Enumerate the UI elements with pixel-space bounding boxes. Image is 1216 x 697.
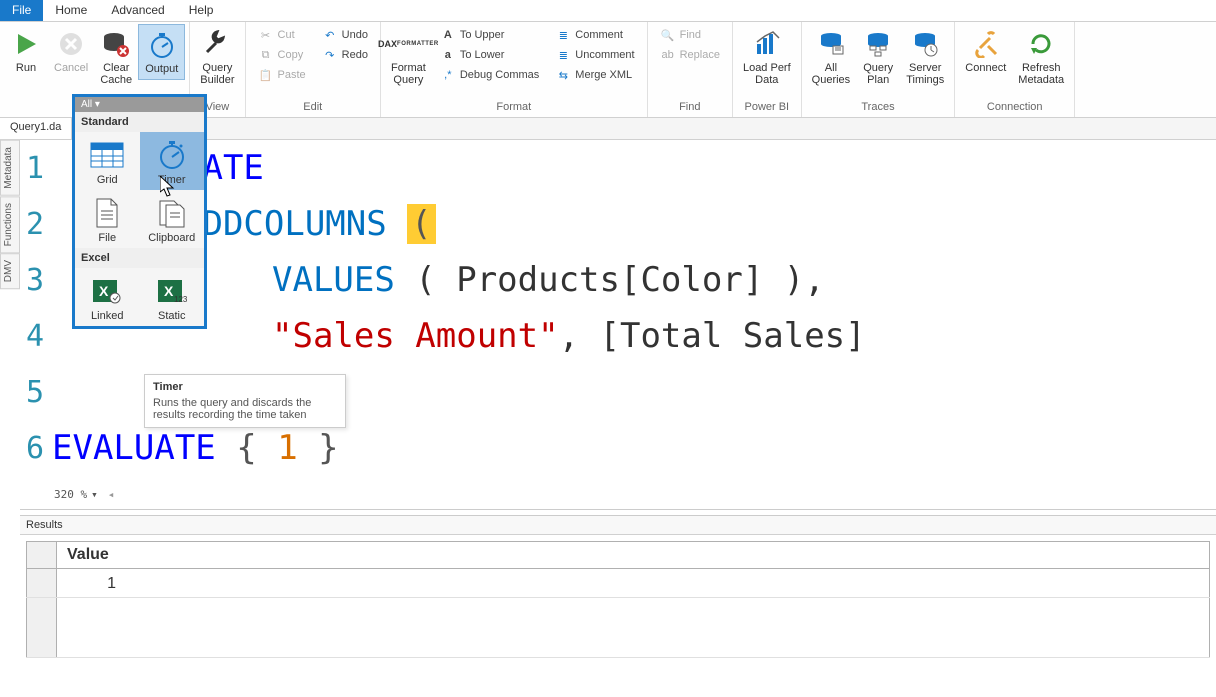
all-queries-icon [815, 28, 847, 60]
refresh-metadata-button[interactable]: Refresh Metadata [1012, 24, 1070, 90]
wrench-icon [201, 28, 233, 60]
menu-file[interactable]: File [0, 0, 43, 21]
menu-help[interactable]: Help [177, 0, 226, 21]
to-lower-button[interactable]: aTo Lower [438, 46, 541, 64]
uppercase-icon: A [440, 27, 456, 43]
uncomment-button[interactable]: ≣Uncomment [553, 46, 636, 64]
undo-icon: ↶ [322, 27, 338, 43]
output-linked[interactable]: X Linked [75, 268, 140, 326]
connect-button[interactable]: Connect [959, 24, 1012, 78]
load-perf-data-button[interactable]: Load Perf Data [737, 24, 797, 90]
replace-icon: ab [660, 47, 676, 63]
timer-icon [146, 29, 178, 61]
functions-tab[interactable]: Functions [0, 196, 20, 253]
output-file[interactable]: File [75, 190, 140, 248]
replace-button[interactable]: abReplace [658, 46, 722, 64]
paste-button[interactable]: 📋Paste [256, 66, 308, 84]
dropdown-section-standard: Standard [75, 112, 204, 132]
cell-value[interactable]: 1 [57, 569, 1210, 598]
cut-button[interactable]: ✂Cut [256, 26, 308, 44]
comma-icon: ,* [440, 67, 456, 83]
metadata-tab[interactable]: Metadata [0, 140, 20, 196]
connection-group-label: Connection [959, 99, 1070, 117]
clear-cache-button[interactable]: Clear Cache [94, 24, 138, 90]
zoom-level[interactable]: 320 %▾◂ [54, 488, 114, 501]
search-icon: 🔍 [660, 27, 676, 43]
format-query-button[interactable]: DAXFORMATTER Format Query [385, 24, 432, 90]
all-queries-button[interactable]: All Queries [806, 24, 857, 90]
traces-group-label: Traces [806, 99, 951, 117]
excel-static-icon: X123 [152, 274, 192, 308]
results-grid[interactable]: Value 1 [26, 541, 1210, 658]
cancel-button[interactable]: Cancel [48, 24, 94, 78]
copy-icon: ⧉ [258, 47, 274, 63]
tooltip-title: Timer [153, 381, 337, 393]
chevron-down-icon: ▾ [91, 488, 98, 501]
debug-commas-button[interactable]: ,*Debug Commas [438, 66, 541, 84]
cancel-icon [55, 28, 87, 60]
paste-icon: 📋 [258, 67, 274, 83]
svg-text:X: X [164, 283, 174, 299]
dropdown-section-excel: Excel [75, 248, 204, 268]
redo-button[interactable]: ↷Redo [320, 46, 370, 64]
output-button[interactable]: Output [138, 24, 185, 80]
file-icon [87, 196, 127, 230]
play-icon [10, 28, 42, 60]
server-timings-button[interactable]: Server Timings [900, 24, 950, 90]
merge-xml-button[interactable]: ⇆Merge XML [553, 66, 636, 84]
menu-advanced[interactable]: Advanced [99, 0, 176, 21]
clipboard-icon [152, 196, 192, 230]
grid-icon [87, 138, 127, 172]
query-plan-icon [862, 28, 894, 60]
run-button[interactable]: Run [4, 24, 48, 78]
connect-icon [970, 28, 1002, 60]
powerbi-group-label: Power BI [737, 99, 797, 117]
refresh-icon [1025, 28, 1057, 60]
lowercase-icon: a [440, 47, 456, 63]
query-builder-button[interactable]: Query Builder [194, 24, 240, 90]
find-group-label: Find [652, 99, 728, 117]
tooltip: Timer Runs the query and discards the re… [144, 374, 346, 428]
timer-icon [152, 138, 192, 172]
dmv-tab[interactable]: DMV [0, 253, 20, 289]
query-plan-button[interactable]: Query Plan [856, 24, 900, 90]
merge-icon: ⇆ [555, 67, 571, 83]
dax-formatter-icon: DAXFORMATTER [392, 28, 424, 60]
dropdown-all[interactable]: All ▾ [75, 97, 204, 112]
scroll-left-icon[interactable]: ◂ [108, 488, 115, 501]
cut-icon: ✂ [258, 27, 274, 43]
to-upper-button[interactable]: ATo Upper [438, 26, 541, 44]
undo-button[interactable]: ↶Undo [320, 26, 370, 44]
menu-home[interactable]: Home [43, 0, 99, 21]
comment-button[interactable]: ≣Comment [553, 26, 636, 44]
uncomment-icon: ≣ [555, 47, 571, 63]
excel-linked-icon: X [87, 274, 127, 308]
find-button[interactable]: 🔍Find [658, 26, 722, 44]
output-dropdown: All ▾ Standard Grid Timer File Clipboard… [72, 94, 207, 329]
output-timer[interactable]: Timer [140, 132, 205, 190]
server-timings-icon [909, 28, 941, 60]
output-static[interactable]: X123 Static [140, 268, 205, 326]
perf-icon [751, 28, 783, 60]
svg-text:X: X [99, 283, 109, 299]
output-grid[interactable]: Grid [75, 132, 140, 190]
column-header-value[interactable]: Value [57, 542, 1210, 569]
redo-icon: ↷ [322, 47, 338, 63]
copy-button[interactable]: ⧉Copy [256, 46, 308, 64]
results-panel-header[interactable]: Results [20, 516, 1216, 535]
edit-group-label: Edit [250, 99, 376, 117]
tooltip-body: Runs the query and discards the results … [153, 397, 337, 421]
comment-icon: ≣ [555, 27, 571, 43]
output-clipboard[interactable]: Clipboard [140, 190, 205, 248]
svg-text:123: 123 [174, 295, 188, 304]
format-group-label: Format [385, 99, 643, 117]
database-clear-icon [100, 28, 132, 60]
document-tab[interactable]: Query1.da [0, 118, 72, 139]
